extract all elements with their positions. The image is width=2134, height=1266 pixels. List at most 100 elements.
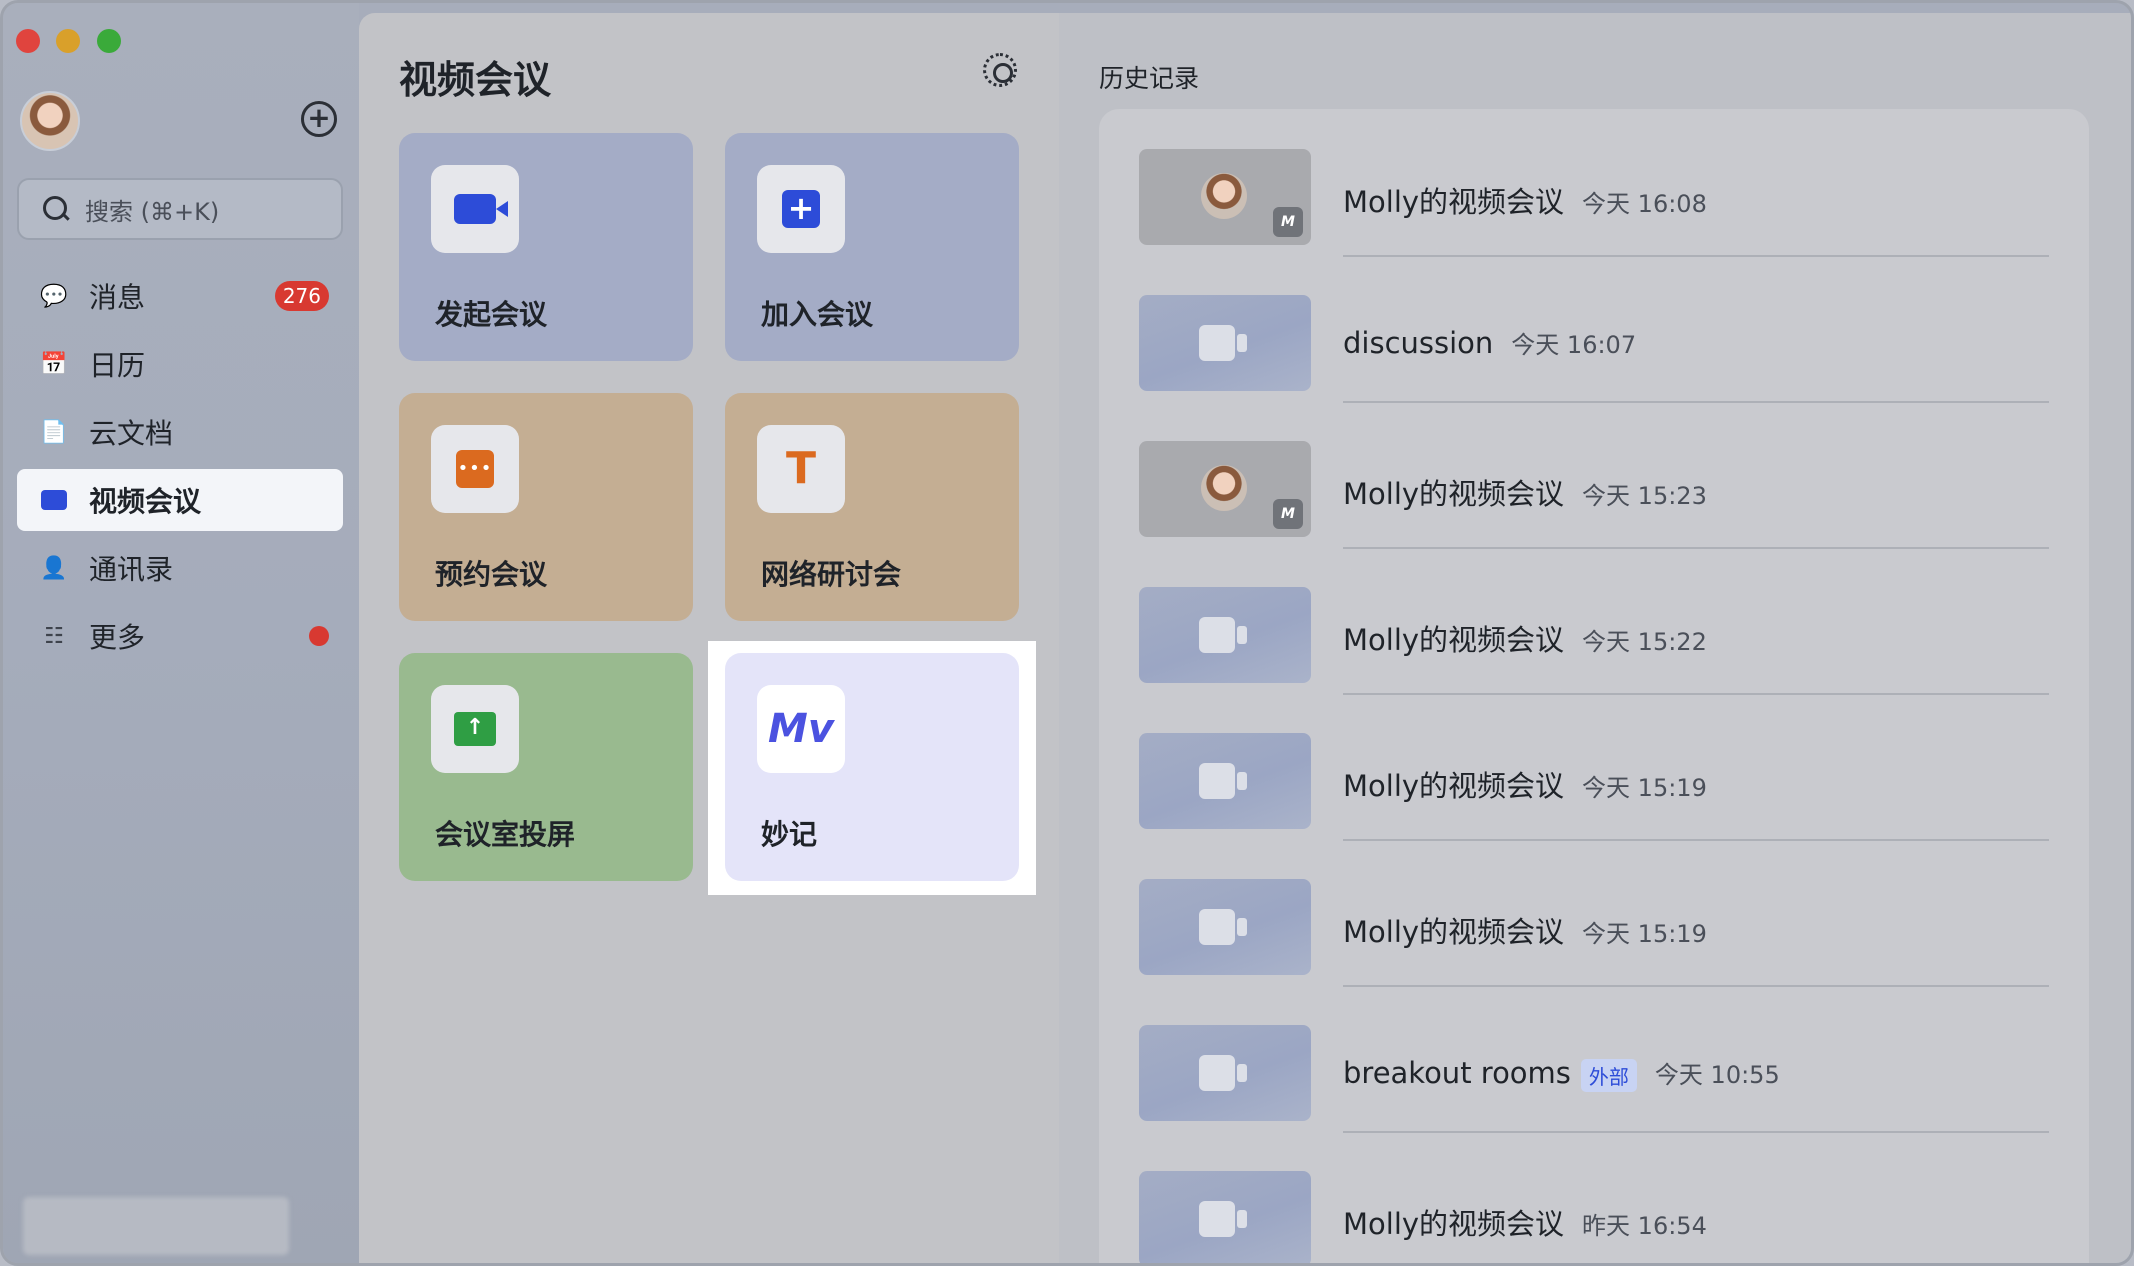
blurred-user-info <box>23 1197 289 1255</box>
minutes-icon: M <box>1273 207 1303 237</box>
app-window: + 搜索 (⌘+K) 💬 消息 276 📅 日历 📄 云文档 视频会议 👤 通讯… <box>0 0 2134 1266</box>
video-camera-icon <box>39 485 69 515</box>
calendar-icon: ••• <box>456 450 494 488</box>
minutes-icon: M <box>1273 499 1303 529</box>
meeting-thumbnail <box>1139 733 1311 829</box>
plus-circle-icon: + <box>307 101 331 134</box>
gear-icon[interactable] <box>983 53 1017 87</box>
plus-icon: + <box>782 190 820 228</box>
page-title: 视频会议 <box>399 58 552 102</box>
join-meeting-card[interactable]: + 加入会议 <box>725 133 1019 361</box>
meeting-thumbnail <box>1139 1025 1311 1121</box>
meeting-name: Molly的视频会议 今天 16:08 <box>1343 185 1707 219</box>
meeting-time: 今天 10:55 <box>1654 1061 1780 1089</box>
card-icon-tile: ↑ <box>431 685 519 773</box>
meeting-time: 今天 16:07 <box>1511 331 1637 359</box>
start-meeting-card[interactable]: 发起会议 <box>399 133 693 361</box>
room-screen-share-card[interactable]: ↑ 会议室投屏 <box>399 653 693 881</box>
sidebar-item-video-meeting[interactable]: 视频会议 <box>17 469 343 531</box>
history-row[interactable]: M Molly的视频会议 今天 16:08 <box>1139 109 2049 257</box>
avatar[interactable] <box>20 91 80 151</box>
meeting-time: 今天 15:19 <box>1582 920 1707 948</box>
meeting-thumbnail: M <box>1139 149 1311 245</box>
meeting-thumbnail <box>1139 295 1311 391</box>
meeting-time: 今天 15:22 <box>1582 628 1707 656</box>
chat-icon: 💬 <box>40 283 68 309</box>
meeting-time: 今天 16:08 <box>1582 190 1707 218</box>
meeting-thumbnail <box>1139 587 1311 683</box>
sidebar: + 搜索 (⌘+K) 💬 消息 276 📅 日历 📄 云文档 视频会议 👤 通讯… <box>3 3 359 1263</box>
history-row[interactable]: M Molly的视频会议 今天 15:23 <box>1139 401 2049 549</box>
maximize-window-button[interactable] <box>97 29 121 53</box>
history-row[interactable]: discussion 今天 16:07 <box>1139 255 2049 403</box>
sidebar-nav: 💬 消息 276 📅 日历 📄 云文档 视频会议 👤 通讯录 ☷ 更多 <box>17 265 343 673</box>
video-camera-icon <box>1199 617 1247 653</box>
docs-icon: 📄 <box>40 419 68 445</box>
card-icon-tile: Mv <box>757 685 845 773</box>
meeting-name: Molly的视频会议 今天 15:19 <box>1343 769 1707 803</box>
meeting-thumbnail: M <box>1139 441 1311 537</box>
meeting-name: Molly的视频会议 今天 15:19 <box>1343 915 1707 949</box>
search-input[interactable]: 搜索 (⌘+K) <box>17 178 343 240</box>
sidebar-item-more[interactable]: ☷ 更多 <box>17 605 343 667</box>
history-row[interactable]: Molly的视频会议 今天 15:19 <box>1139 839 2049 987</box>
search-icon <box>43 196 69 222</box>
schedule-meeting-card[interactable]: ••• 预约会议 <box>399 393 693 621</box>
meeting-name: Molly的视频会议 昨天 16:54 <box>1343 1207 1707 1241</box>
minutes-card[interactable]: Mv 妙记 <box>725 653 1019 881</box>
meeting-name: breakout rooms 外部 今天 10:55 <box>1343 1056 1780 1092</box>
video-camera-icon <box>1199 909 1247 945</box>
sidebar-item-label: 日历 <box>89 349 146 382</box>
history-panel: 历史记录 M Molly的视频会议 今天 16:08 discussion 今天 1… <box>1059 13 2131 1263</box>
history-row[interactable]: Molly的视频会议 今天 15:22 <box>1139 547 2049 695</box>
meeting-time: 今天 15:19 <box>1582 774 1707 802</box>
sidebar-item-docs[interactable]: 📄 云文档 <box>17 401 343 463</box>
sidebar-item-label: 更多 <box>89 621 146 654</box>
screen-share-icon: ↑ <box>454 712 496 746</box>
history-row[interactable]: Molly的视频会议 今天 15:19 <box>1139 693 2049 841</box>
card-label: 预约会议 <box>435 558 548 591</box>
card-label: 发起会议 <box>435 298 548 331</box>
history-row[interactable]: Molly的视频会议 昨天 16:54 <box>1139 1131 2049 1263</box>
card-label: 加入会议 <box>761 298 874 331</box>
card-icon-tile: T <box>757 425 845 513</box>
card-icon-tile: ••• <box>431 425 519 513</box>
meeting-name: Molly的视频会议 今天 15:23 <box>1343 477 1707 511</box>
sidebar-item-contacts[interactable]: 👤 通讯录 <box>17 537 343 599</box>
card-label: 网络研讨会 <box>761 558 902 591</box>
meeting-time: 今天 15:23 <box>1582 482 1707 510</box>
podium-icon: T <box>785 443 816 494</box>
meeting-thumbnail <box>1139 1171 1311 1263</box>
external-tag: 外部 <box>1580 1058 1637 1092</box>
video-camera-icon <box>1199 1201 1247 1237</box>
meeting-name: discussion 今天 16:07 <box>1343 326 1637 360</box>
history-list: M Molly的视频会议 今天 16:08 discussion 今天 16:07 … <box>1099 109 2089 1263</box>
avatar <box>1201 465 1247 511</box>
history-row[interactable]: breakout rooms 外部 今天 10:55 <box>1139 985 2049 1133</box>
video-camera-icon <box>454 194 508 224</box>
contacts-icon: 👤 <box>40 555 68 581</box>
add-button[interactable]: + <box>301 101 337 137</box>
minimize-window-button[interactable] <box>56 29 80 53</box>
notification-dot <box>309 626 329 646</box>
video-meeting-panel: 视频会议 发起会议 + 加入会议 ••• 预约会议 T 网络研讨会 ↑ 会议室投… <box>359 13 1059 1263</box>
sidebar-item-label: 消息 <box>89 281 146 314</box>
sidebar-item-messages[interactable]: 💬 消息 276 <box>17 265 343 327</box>
unread-badge: 276 <box>274 281 329 311</box>
avatar <box>1201 173 1247 219</box>
card-icon-tile: + <box>757 165 845 253</box>
close-window-button[interactable] <box>16 29 40 53</box>
video-camera-icon <box>1199 1055 1247 1091</box>
card-icon-tile <box>431 165 519 253</box>
video-camera-icon <box>1199 325 1247 361</box>
sidebar-item-label: 视频会议 <box>89 485 202 518</box>
search-placeholder: 搜索 (⌘+K) <box>85 197 220 226</box>
sidebar-item-calendar[interactable]: 📅 日历 <box>17 333 343 395</box>
sidebar-item-label: 云文档 <box>89 417 174 450</box>
history-title: 历史记录 <box>1099 64 1200 93</box>
meeting-thumbnail <box>1139 879 1311 975</box>
webinar-card[interactable]: T 网络研讨会 <box>725 393 1019 621</box>
video-camera-icon <box>1199 763 1247 799</box>
grid-dots-icon: ☷ <box>44 623 64 649</box>
sidebar-item-label: 通讯录 <box>89 553 174 586</box>
